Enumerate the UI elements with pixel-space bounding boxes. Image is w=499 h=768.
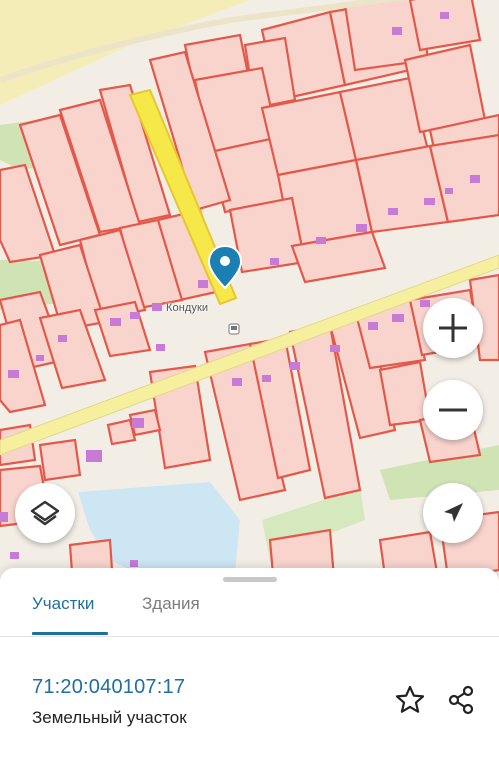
my-location-button[interactable] — [423, 483, 483, 543]
bus-stop-icon[interactable] — [228, 323, 240, 335]
tab-bar: Участки Здания — [0, 586, 499, 636]
sheet-drag-handle[interactable] — [223, 577, 277, 582]
tabs-divider — [0, 636, 499, 637]
zoom-out-button[interactable] — [423, 380, 483, 440]
tab-parcels[interactable]: Участки — [32, 594, 94, 614]
bottom-sheet[interactable]: Участки Здания 71:20:040107:17 Земельный… — [0, 568, 499, 768]
zoom-in-button[interactable] — [423, 298, 483, 358]
share-button[interactable] — [443, 682, 479, 718]
active-tab-indicator — [32, 632, 108, 635]
minus-icon — [439, 408, 467, 412]
tab-buildings[interactable]: Здания — [142, 594, 200, 614]
layers-icon — [30, 500, 60, 526]
navigation-arrow-icon — [444, 503, 463, 522]
place-label: Кондуки — [166, 302, 209, 314]
plus-icon — [439, 314, 467, 342]
cadastral-number[interactable]: 71:20:040107:17 — [32, 676, 185, 699]
app-root: Кондуки Участки Здания 71:20:040107:17 З… — [0, 0, 499, 768]
parcel-type: Земельный участок — [32, 708, 187, 727]
share-icon — [448, 685, 474, 715]
favorite-button[interactable] — [392, 682, 428, 718]
star-icon — [395, 685, 425, 713]
layers-button[interactable] — [15, 483, 75, 543]
